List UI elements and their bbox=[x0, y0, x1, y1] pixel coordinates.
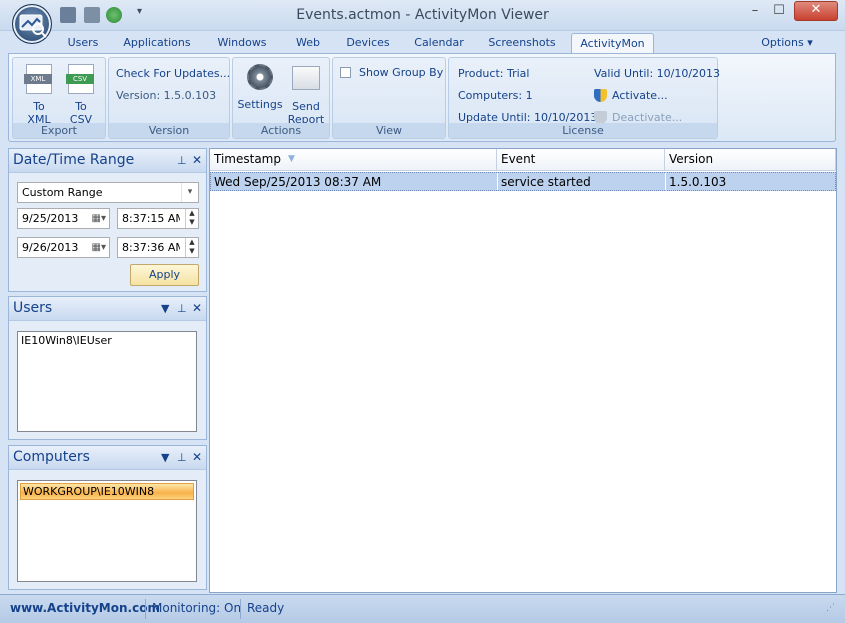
tab-activitymon[interactable]: ActivityMon bbox=[571, 33, 654, 55]
spin-icon: ▲ ▼ bbox=[185, 209, 198, 228]
pin-icon[interactable]: ⊥ bbox=[177, 451, 187, 464]
application-menu-button[interactable] bbox=[12, 4, 52, 44]
column-header-event[interactable]: Event bbox=[497, 149, 665, 171]
list-item[interactable]: WORKGROUP\IE10WIN8 bbox=[20, 483, 194, 500]
calendar-icon: ▦▾ bbox=[91, 242, 106, 253]
version-group-label: Version bbox=[109, 123, 229, 138]
shield-icon bbox=[594, 89, 607, 102]
computers-panel-header: Computers ▼ ⊥ ✕ bbox=[9, 446, 206, 470]
computers-count-label: Computers: 1 bbox=[458, 89, 533, 102]
users-panel: Users ▼ ⊥ ✕ IE10Win8\IEUser bbox=[8, 296, 207, 440]
monitoring-status: Monitoring: On bbox=[152, 601, 242, 615]
users-panel-title: Users bbox=[13, 300, 53, 316]
license-group-label: License bbox=[449, 123, 717, 138]
actions-group-label: Actions bbox=[233, 123, 329, 138]
csv-file-icon: CSV bbox=[66, 64, 94, 94]
xml-file-icon: XML bbox=[24, 64, 52, 94]
to-time-stepper[interactable]: 8:37:36 AM ▲ ▼ bbox=[117, 237, 199, 258]
from-date-picker[interactable]: 9/25/2013 ▦▾ bbox=[17, 208, 110, 229]
settings-quick-icon[interactable] bbox=[84, 7, 100, 23]
settings-label: Settings bbox=[237, 98, 283, 111]
maximize-button[interactable]: ☐ bbox=[768, 3, 790, 21]
list-item[interactable]: IE10Win8\IEUser bbox=[18, 332, 196, 349]
calendar-icon: ▦▾ bbox=[91, 213, 106, 224]
status-divider bbox=[145, 599, 146, 619]
ready-status: Ready bbox=[247, 601, 285, 615]
settings-button[interactable]: Settings bbox=[236, 64, 284, 111]
sort-descending-icon: ▼ bbox=[288, 154, 295, 164]
computers-panel-title: Computers bbox=[13, 449, 90, 465]
status-divider bbox=[240, 599, 241, 619]
show-group-by-checkbox[interactable] bbox=[340, 67, 351, 78]
tab-devices[interactable]: Devices bbox=[340, 33, 396, 54]
tab-users[interactable]: Users bbox=[58, 33, 108, 54]
activate-button[interactable]: Activate... bbox=[612, 89, 668, 102]
ribbon-tabs: Users Applications Windows Web Devices C… bbox=[0, 31, 845, 80]
to-csv-button[interactable]: CSV To CSV bbox=[61, 64, 101, 126]
date-panel-header: Date/Time Range ⊥ ✕ bbox=[9, 149, 206, 173]
date-panel-title: Date/Time Range bbox=[13, 152, 135, 168]
spin-icon: ▲ ▼ bbox=[185, 238, 198, 257]
print-icon[interactable] bbox=[60, 7, 76, 23]
tab-web[interactable]: Web bbox=[288, 33, 328, 54]
options-menu[interactable]: Options ▾ bbox=[758, 33, 816, 54]
close-icon[interactable]: ✕ bbox=[192, 153, 202, 167]
chevron-down-icon: ▾ bbox=[181, 183, 198, 202]
ribbon-panel: XML To XML CSV To CSV Export Check For U… bbox=[8, 53, 836, 142]
to-date-picker[interactable]: 9/26/2013 ▦▾ bbox=[17, 237, 110, 258]
export-group: XML To XML CSV To CSV Export bbox=[12, 57, 106, 139]
check-for-updates-button[interactable]: Check For Updates... bbox=[116, 67, 230, 80]
range-select[interactable]: Custom Range ▾ bbox=[17, 182, 199, 203]
actions-group: Settings Send Report Actions bbox=[232, 57, 330, 139]
refresh-icon[interactable] bbox=[106, 7, 122, 23]
gear-icon bbox=[247, 64, 273, 90]
license-group: Product: Trial Computers: 1 Update Until… bbox=[448, 57, 721, 139]
events-grid: Timestamp ▼ Event Version Wed Sep/25/201… bbox=[209, 148, 837, 593]
version-group: Check For Updates... Version: 1.5.0.103 … bbox=[108, 57, 230, 139]
website-link[interactable]: www.ActivityMon.com bbox=[10, 600, 160, 618]
version-label: Version: 1.5.0.103 bbox=[116, 89, 217, 102]
tab-calendar[interactable]: Calendar bbox=[408, 33, 470, 54]
view-group: Show Group By View bbox=[332, 57, 446, 139]
pin-icon[interactable]: ⊥ bbox=[177, 302, 187, 315]
chevron-down-icon[interactable]: ▼ bbox=[161, 302, 169, 315]
date-time-range-panel: Date/Time Range ⊥ ✕ Custom Range ▾ 9/25/… bbox=[8, 148, 207, 292]
cell-timestamp[interactable]: Wed Sep/25/2013 08:37 AM bbox=[210, 172, 497, 191]
tab-screenshots[interactable]: Screenshots bbox=[482, 33, 562, 54]
pin-icon[interactable]: ⊥ bbox=[177, 154, 187, 167]
to-xml-button[interactable]: XML To XML bbox=[19, 64, 59, 126]
computers-list[interactable]: WORKGROUP\IE10WIN8 bbox=[17, 480, 197, 582]
close-button[interactable]: ✕ bbox=[794, 1, 838, 21]
export-group-label: Export bbox=[13, 123, 105, 138]
valid-until-label: Valid Until: 10/10/2013 bbox=[594, 67, 721, 80]
tab-applications[interactable]: Applications bbox=[116, 33, 198, 54]
column-header-timestamp[interactable]: Timestamp ▼ bbox=[210, 149, 497, 171]
show-group-by-label[interactable]: Show Group By bbox=[359, 66, 443, 79]
cell-event[interactable]: service started bbox=[497, 172, 665, 191]
window-title: Events.actmon - ActivityMon Viewer bbox=[296, 7, 549, 23]
view-group-label: View bbox=[333, 123, 445, 138]
users-list[interactable]: IE10Win8\IEUser bbox=[17, 331, 197, 432]
chevron-down-icon[interactable]: ▼ bbox=[161, 451, 169, 464]
cell-version[interactable]: 1.5.0.103 bbox=[665, 172, 836, 191]
computers-panel: Computers ▼ ⊥ ✕ WORKGROUP\IE10WIN8 bbox=[8, 445, 207, 590]
minimize-button[interactable]: – bbox=[744, 3, 766, 21]
send-report-button[interactable]: Send Report bbox=[283, 64, 329, 126]
resize-grip-icon[interactable]: ⋰ bbox=[826, 603, 835, 613]
from-time-stepper[interactable]: 8:37:15 AM ▲ ▼ bbox=[117, 208, 199, 229]
status-bar: www.ActivityMon.com Monitoring: On Ready… bbox=[0, 594, 845, 623]
qat-dropdown-icon[interactable]: ▾ bbox=[137, 6, 142, 17]
close-icon[interactable]: ✕ bbox=[192, 301, 202, 315]
close-icon[interactable]: ✕ bbox=[192, 450, 202, 464]
app-logo-icon bbox=[19, 14, 47, 38]
title-bar: ▾ Events.actmon - ActivityMon Viewer – ☐… bbox=[0, 0, 845, 31]
product-label: Product: Trial bbox=[458, 67, 530, 80]
apply-button[interactable]: Apply bbox=[130, 264, 199, 286]
column-header-version[interactable]: Version bbox=[665, 149, 836, 171]
tab-windows[interactable]: Windows bbox=[210, 33, 274, 54]
envelope-icon bbox=[292, 66, 320, 90]
users-panel-header: Users ▼ ⊥ ✕ bbox=[9, 297, 206, 321]
